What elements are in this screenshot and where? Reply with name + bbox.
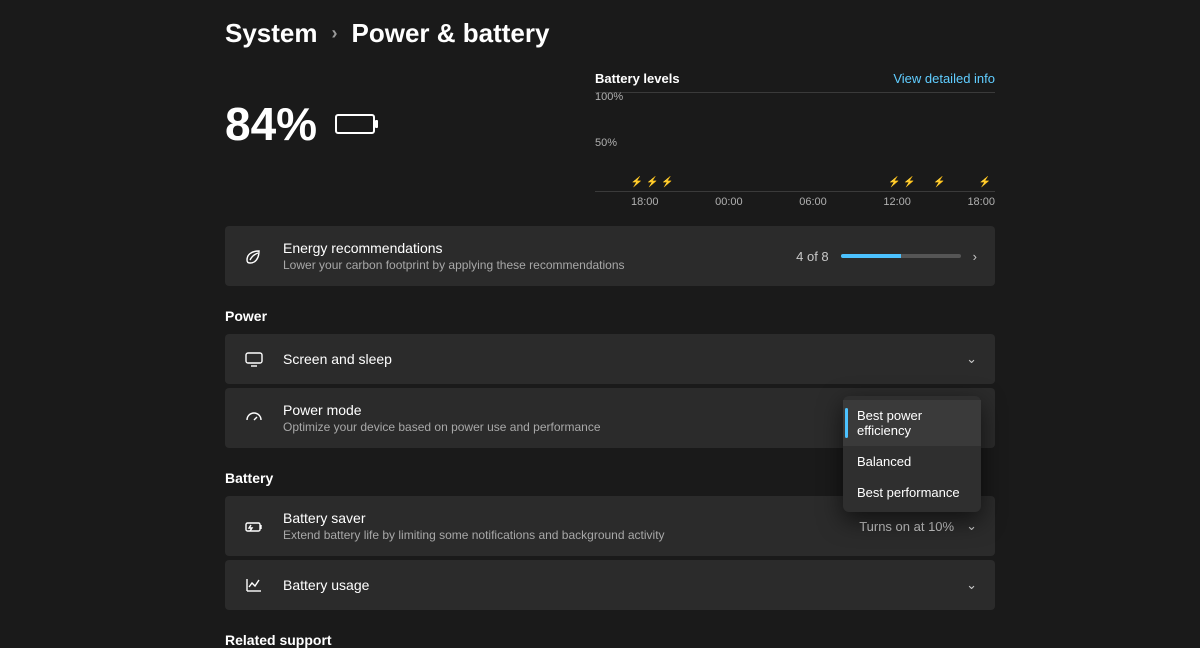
page-title: Power & battery <box>352 18 550 49</box>
battery-percent-value: 84% <box>225 97 317 151</box>
battery-saver-title: Battery saver <box>283 510 841 526</box>
energy-progress-bar <box>841 254 961 258</box>
breadcrumb: System › Power & battery <box>225 18 1200 49</box>
chevron-down-icon: ⌄ <box>966 351 977 367</box>
battery-percent-block: 84% <box>225 71 375 151</box>
view-detailed-info-link[interactable]: View detailed info <box>893 71 995 86</box>
energy-count-label: 4 of 8 <box>796 249 829 264</box>
chevron-right-icon: › <box>332 23 338 44</box>
chart-line-icon <box>243 575 265 595</box>
chart-title: Battery levels <box>595 71 680 86</box>
battery-usage-title: Battery usage <box>283 577 948 593</box>
battery-icon <box>335 114 375 134</box>
section-related-header: Related support <box>225 632 995 648</box>
monitor-icon <box>243 349 265 369</box>
charging-bolt-icon: ⚡ <box>979 177 991 188</box>
charging-bolt-icon: ⚡ <box>903 177 915 188</box>
power-mode-row[interactable]: Power mode Optimize your device based on… <box>225 388 995 448</box>
y-axis-50: 50% <box>595 137 617 149</box>
x-axis-label: 06:00 <box>799 196 827 208</box>
battery-usage-row[interactable]: Battery usage ⌄ <box>225 560 995 610</box>
battery-saver-icon <box>243 516 265 536</box>
power-mode-option[interactable]: Best power efficiency <box>843 400 981 446</box>
chevron-down-icon: ⌄ <box>966 518 977 534</box>
x-axis-label: 18:00 <box>967 196 995 208</box>
battery-levels-chart: Battery levels View detailed info 100% 5… <box>595 71 995 208</box>
section-power-header: Power <box>225 308 995 324</box>
charging-bolt-icon: ⚡ <box>646 177 658 188</box>
chevron-down-icon: ⌄ <box>966 577 977 593</box>
energy-recommendations-row[interactable]: Energy recommendations Lower your carbon… <box>225 226 995 286</box>
screen-and-sleep-title: Screen and sleep <box>283 351 948 367</box>
battery-saver-subtitle: Extend battery life by limiting some not… <box>283 528 841 542</box>
charging-bolt-icon: ⚡ <box>933 177 945 188</box>
power-mode-dropdown[interactable]: Best power efficiencyBalancedBest perfor… <box>843 396 981 512</box>
leaf-icon <box>243 246 265 266</box>
power-mode-option[interactable]: Balanced <box>843 446 981 477</box>
power-mode-icon <box>243 408 265 428</box>
screen-and-sleep-row[interactable]: Screen and sleep ⌄ <box>225 334 995 384</box>
breadcrumb-parent[interactable]: System <box>225 18 318 49</box>
power-mode-option[interactable]: Best performance <box>843 477 981 508</box>
chevron-right-icon: › <box>973 249 977 264</box>
charging-bolt-icon: ⚡ <box>888 177 900 188</box>
x-axis-label: 18:00 <box>631 196 659 208</box>
x-axis-label: 12:00 <box>883 196 911 208</box>
battery-saver-status: Turns on at 10% <box>859 519 954 534</box>
energy-recommendations-title: Energy recommendations <box>283 240 778 256</box>
x-axis-label: 00:00 <box>715 196 743 208</box>
charging-bolt-icon: ⚡ <box>661 177 673 188</box>
y-axis-100: 100% <box>595 91 623 103</box>
charging-bolt-icon: ⚡ <box>631 177 643 188</box>
energy-recommendations-subtitle: Lower your carbon footprint by applying … <box>283 258 778 272</box>
